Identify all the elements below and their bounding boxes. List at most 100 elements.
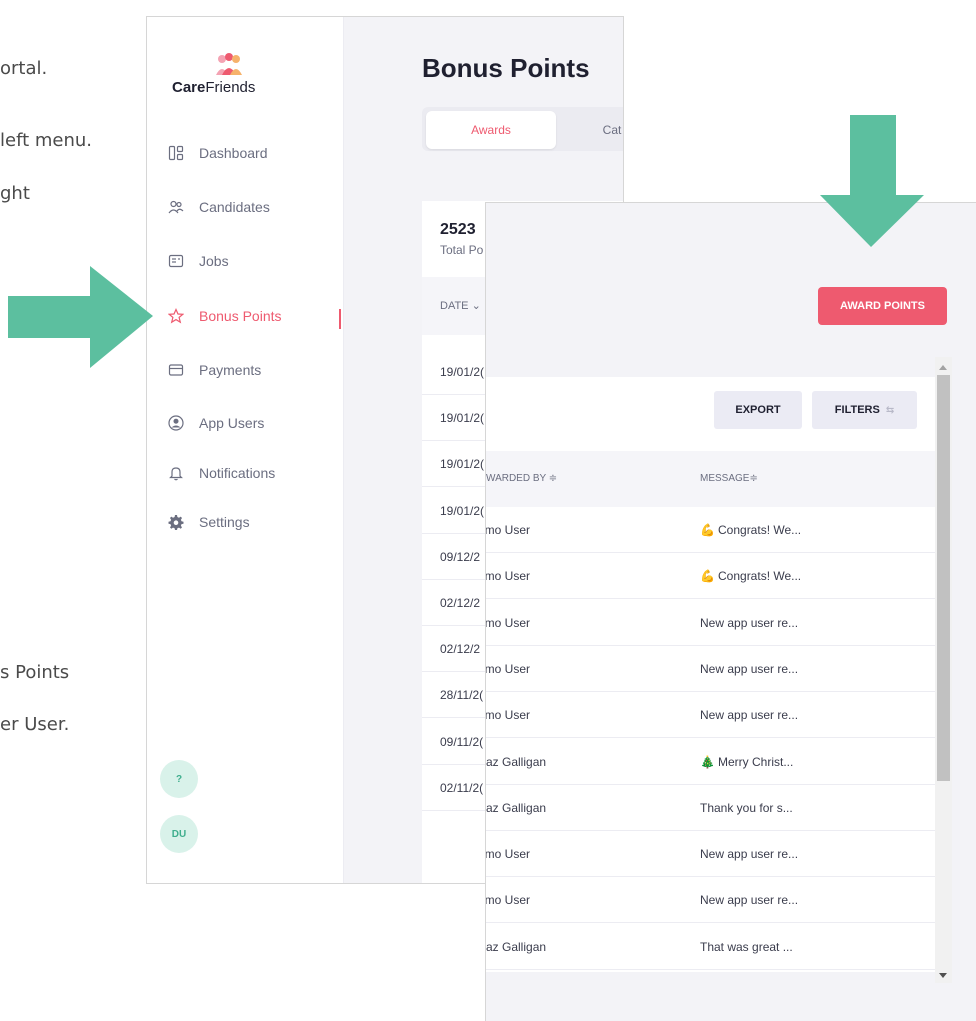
awarded-by-cell: emo User xyxy=(485,615,531,630)
sidebar-item-candidates[interactable]: Candidates xyxy=(167,195,270,219)
awarded-by-cell: emo User xyxy=(485,569,531,584)
sidebar-item-app-users[interactable]: App Users xyxy=(167,411,264,435)
table-header: WARDED BY ≑ MESSAGE≑ xyxy=(486,451,936,507)
scroll-down-arrow-icon[interactable] xyxy=(939,973,947,978)
emoji-icon: 🎄 xyxy=(700,754,715,769)
sidebar-item-label: Settings xyxy=(199,514,250,530)
doc-text-line: ght xyxy=(0,183,30,204)
message-text: New app user re... xyxy=(700,708,799,723)
awarded-by-cell: Aaz Galligan xyxy=(486,800,547,815)
bell-icon xyxy=(167,464,185,482)
awarded-by-column-header[interactable]: WARDED BY ≑ xyxy=(486,473,557,484)
table-row[interactable]: Aaz Galligan That was great ... xyxy=(486,924,936,970)
message-text: Congrats! We... xyxy=(718,569,802,584)
message-text: Merry Christ... xyxy=(718,754,794,769)
scrollbar-thumb[interactable] xyxy=(937,375,950,781)
doc-text-line: er User. xyxy=(0,714,70,735)
message-text: Thank you for s... xyxy=(700,800,793,815)
date-cell: 19/01/2( xyxy=(440,503,485,518)
message-cell: New app user re... xyxy=(700,662,798,676)
message-cell: 💪 Congrats! We... xyxy=(700,523,801,537)
sidebar-item-label: Bonus Points xyxy=(199,308,282,324)
awarded-by-cell: Aaz Galligan xyxy=(486,754,547,769)
total-points-value: 2523 xyxy=(440,221,476,238)
table-row[interactable]: emo User New app user re... xyxy=(485,831,936,878)
date-cell: 02/11/2( xyxy=(440,780,484,795)
awarded-by-cell: emo User xyxy=(485,523,531,537)
date-cell: 02/12/2 xyxy=(440,642,481,657)
doc-text-line: ortal. xyxy=(0,58,48,79)
sidebar-item-notifications[interactable]: Notifications xyxy=(167,461,275,485)
table-row[interactable]: emo User 💪Congrats! We... xyxy=(486,507,936,553)
filter-icon: ⇆ xyxy=(885,404,895,416)
table-row[interactable]: emo User 💪Congrats! We... xyxy=(485,553,936,600)
scroll-up-arrow-icon[interactable] xyxy=(939,365,947,370)
export-button[interactable]: EXPORT xyxy=(714,391,802,429)
message-text: Congrats! We... xyxy=(718,523,802,537)
emoji-icon: 💪 xyxy=(700,569,715,584)
date-cell: 28/11/2( xyxy=(440,688,484,703)
active-indicator xyxy=(339,309,341,329)
message-cell: New app user re... xyxy=(700,847,798,861)
sidebar-item-jobs[interactable]: Jobs xyxy=(167,249,229,273)
date-cell: 09/11/2( xyxy=(440,734,484,749)
awarded-by-cell: emo User xyxy=(485,847,531,862)
award-points-screenshot: AWARD POINTS EXPORT FILTERS ⇆ WARDED BY ≑… xyxy=(485,202,976,1021)
logo: CareFriends xyxy=(172,53,282,97)
date-cell: 19/01/2( xyxy=(440,411,485,426)
sort-down-icon: ⌄ xyxy=(471,300,481,312)
avatar[interactable]: DU xyxy=(160,815,198,853)
table-row[interactable]: Aaz Galligan 🎄Merry Christ... xyxy=(486,739,936,785)
filters-button[interactable]: FILTERS ⇆ xyxy=(812,391,917,429)
tab-categories[interactable]: Cat xyxy=(572,111,623,149)
sidebar-item-bonus-points[interactable]: Bonus Points xyxy=(167,304,282,328)
sidebar-item-payments[interactable]: Payments xyxy=(167,358,261,382)
message-text: New app user re... xyxy=(700,847,799,862)
table-row[interactable]: Aaz Galligan Thank you for s... xyxy=(486,785,936,831)
date-cell: 09/12/2 xyxy=(440,549,481,564)
date-column-header[interactable]: DATE ⌄ xyxy=(440,299,481,312)
help-button[interactable]: ? xyxy=(160,760,198,798)
message-cell: 💪 Congrats! We... xyxy=(700,569,801,583)
page-title: Bonus Points xyxy=(422,53,590,83)
star-icon xyxy=(167,307,185,325)
sidebar-item-label: Candidates xyxy=(199,199,270,215)
awarded-by-cell: emo User xyxy=(485,893,531,908)
awarded-by-cell: emo User xyxy=(485,661,531,676)
arrow-right-icon xyxy=(8,266,153,368)
user-circle-icon xyxy=(167,414,185,432)
date-cell: 19/01/2( xyxy=(440,457,485,472)
tab-awards[interactable]: Awards xyxy=(426,111,556,149)
message-text: That was great ... xyxy=(700,939,793,954)
sidebar-item-label: App Users xyxy=(199,415,265,431)
users-icon xyxy=(167,198,185,216)
message-cell: 🎄 Merry Christ... xyxy=(700,755,793,769)
doc-text-line: s Points xyxy=(0,662,70,683)
message-text: New app user re... xyxy=(700,615,799,630)
sidebar-item-dashboard[interactable]: Dashboard xyxy=(167,141,268,165)
tab-bar: Awards Cat xyxy=(422,107,623,151)
sidebar-item-label: Notifications xyxy=(199,465,276,481)
awarded-by-cell: Aaz Galligan xyxy=(486,939,547,954)
awarded-by-cell: emo User xyxy=(485,708,531,723)
message-cell: New app user re... xyxy=(700,893,798,907)
arrow-down-icon xyxy=(820,115,924,247)
card-icon xyxy=(167,361,185,379)
sidebar-item-settings[interactable]: Settings xyxy=(167,510,250,534)
total-points-label: Total Po xyxy=(440,243,484,257)
table-row[interactable]: emo User New app user re... xyxy=(486,600,936,646)
message-text: New app user re... xyxy=(700,893,799,908)
message-cell: Thank you for s... xyxy=(700,801,793,815)
brand-name: CareFriends xyxy=(172,79,256,96)
award-points-button[interactable]: AWARD POINTS xyxy=(818,287,947,325)
message-text: New app user re... xyxy=(700,661,799,676)
message-cell: New app user re... xyxy=(700,616,798,630)
table-row[interactable]: emo User New app user re... xyxy=(485,692,936,739)
dashboard-icon xyxy=(167,144,185,162)
message-column-header[interactable]: MESSAGE≑ xyxy=(700,473,758,484)
sidebar-item-label: Payments xyxy=(199,362,262,378)
gear-icon xyxy=(167,513,185,531)
table-row[interactable]: emo User New app user re... xyxy=(486,646,936,692)
table-row[interactable]: emo User New app user re... xyxy=(485,877,936,924)
jobs-icon xyxy=(167,252,185,270)
